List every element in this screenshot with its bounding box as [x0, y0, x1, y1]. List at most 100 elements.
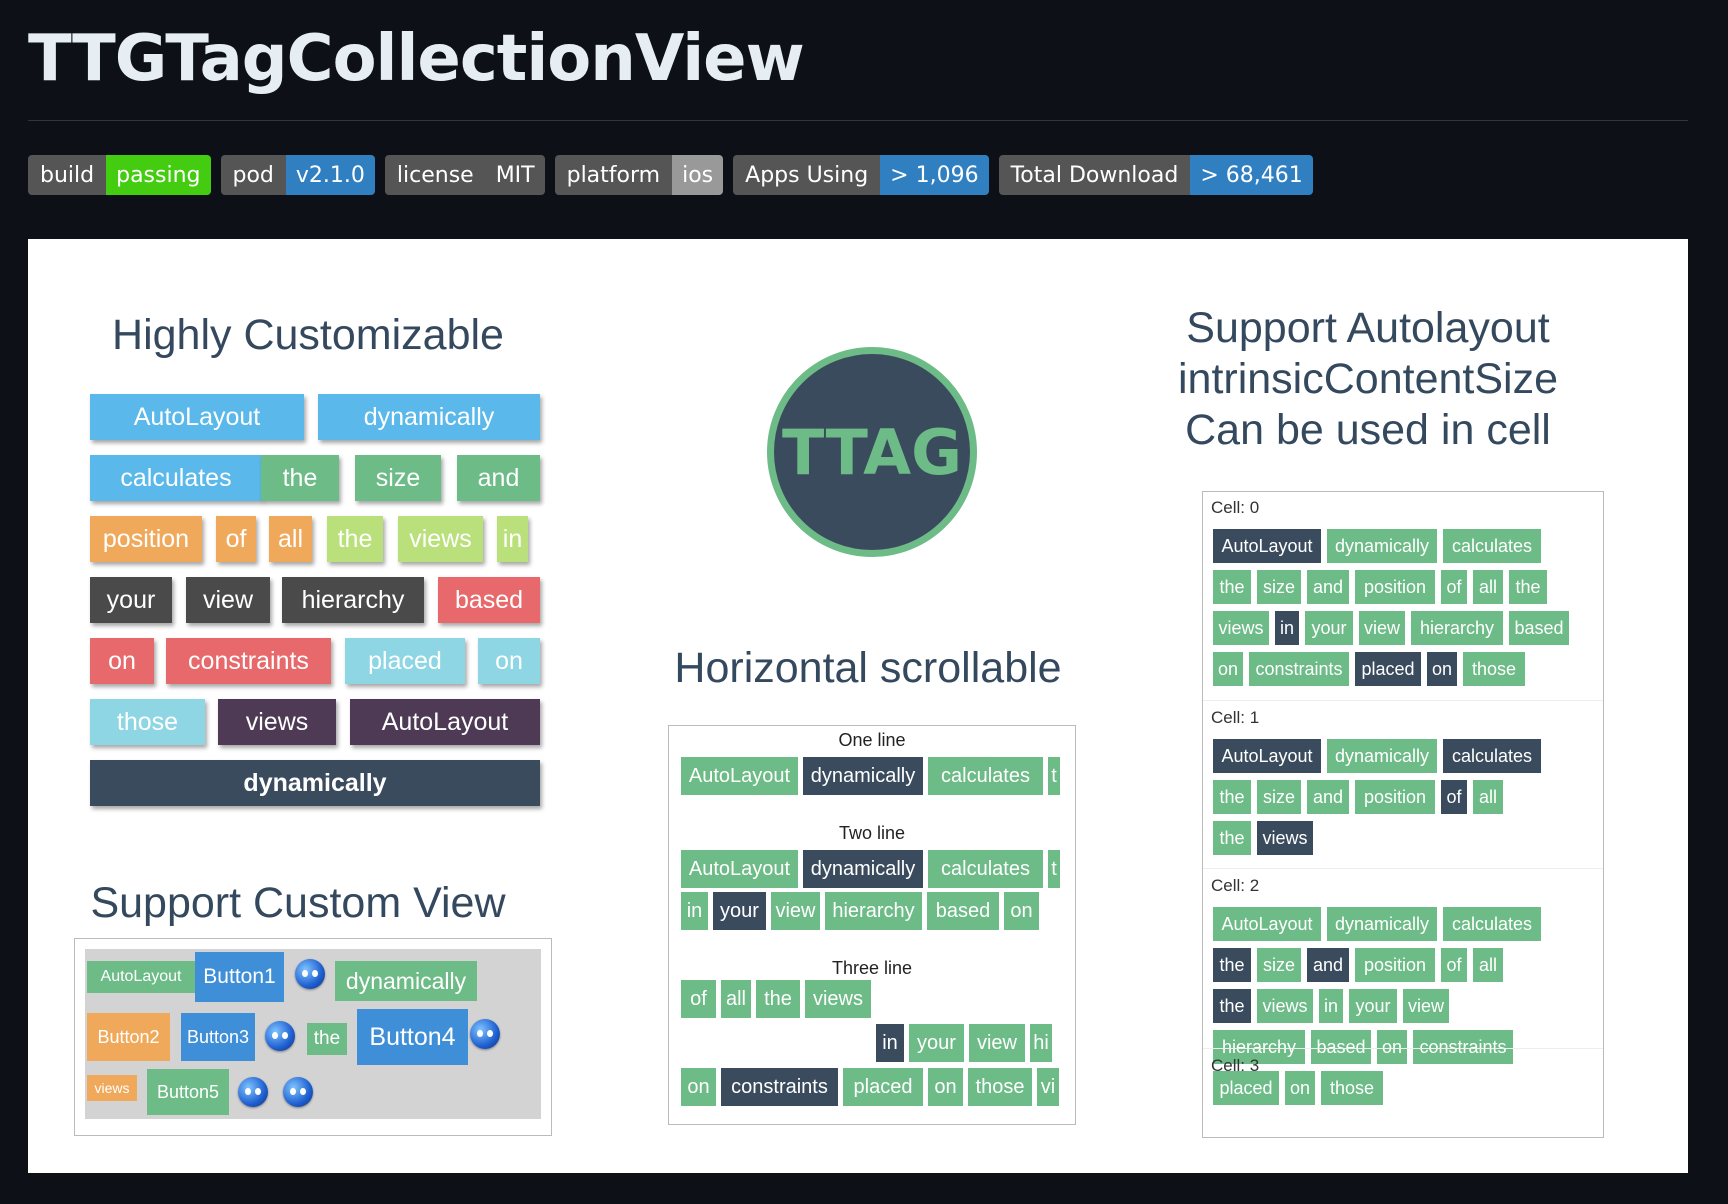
- tag[interactable]: based: [927, 892, 999, 930]
- tag[interactable]: AutoLayout: [1213, 529, 1321, 563]
- tag[interactable]: all: [721, 980, 751, 1018]
- tag[interactable]: those: [90, 699, 205, 745]
- tag[interactable]: those: [1463, 652, 1525, 686]
- tag[interactable]: the: [1213, 989, 1251, 1023]
- tag[interactable]: dynamically: [90, 760, 540, 806]
- tag[interactable]: in: [876, 1024, 904, 1062]
- tag[interactable]: dynamically: [1327, 739, 1437, 773]
- tag[interactable]: calculates: [928, 757, 1043, 795]
- tag[interactable]: the: [1213, 780, 1251, 814]
- tag[interactable]: of: [681, 980, 716, 1018]
- badge-total-download[interactable]: Total Download > 68,461: [998, 155, 1313, 195]
- tag[interactable]: the: [756, 980, 800, 1018]
- badge-build[interactable]: build passing: [28, 155, 211, 195]
- tag[interactable]: view: [969, 1024, 1025, 1062]
- tag[interactable]: AutoLayout: [350, 699, 540, 745]
- tag[interactable]: the: [261, 455, 339, 501]
- tag[interactable]: calculates: [1443, 529, 1541, 563]
- tag[interactable]: your: [1305, 611, 1353, 645]
- tag[interactable]: hierarchy: [825, 892, 922, 930]
- tag[interactable]: on: [90, 638, 154, 684]
- tag[interactable]: dynamically: [335, 961, 477, 1001]
- tag[interactable]: the: [1213, 821, 1251, 855]
- tag[interactable]: Button1: [195, 952, 284, 1002]
- tag[interactable]: the: [1213, 948, 1251, 982]
- tag[interactable]: views: [218, 699, 336, 745]
- autolayout-table[interactable]: Cell: 0 AutoLayout dynamically calculates th…: [1202, 491, 1604, 1138]
- tag[interactable]: placed: [1213, 1071, 1279, 1105]
- tag[interactable]: Button3: [181, 1013, 255, 1061]
- tag[interactable]: and: [1307, 570, 1349, 604]
- tag[interactable]: constraints: [1249, 652, 1349, 686]
- tag[interactable]: position: [90, 516, 202, 562]
- tag[interactable]: your: [909, 1024, 964, 1062]
- tag[interactable]: dynamically: [803, 757, 923, 795]
- tag[interactable]: placed: [843, 1068, 923, 1106]
- tag[interactable]: those: [1321, 1071, 1383, 1105]
- tag[interactable]: dynamically: [803, 850, 923, 888]
- tag[interactable]: all: [1473, 780, 1503, 814]
- tag[interactable]: view: [1403, 989, 1449, 1023]
- tag[interactable]: the: [1213, 570, 1251, 604]
- tag[interactable]: views: [1257, 989, 1313, 1023]
- tag[interactable]: view: [1359, 611, 1405, 645]
- tag[interactable]: in: [1275, 611, 1299, 645]
- tag[interactable]: of: [1441, 570, 1467, 604]
- tag[interactable]: on: [1213, 652, 1243, 686]
- tag[interactable]: on: [1004, 892, 1039, 930]
- tag[interactable]: the: [307, 1023, 347, 1055]
- tag[interactable]: size: [1257, 780, 1301, 814]
- tag[interactable]: AutoLayout: [1213, 907, 1321, 941]
- tag[interactable]: constraints: [1413, 1030, 1513, 1064]
- tag[interactable]: constraints: [166, 638, 331, 684]
- tag[interactable]: position: [1355, 780, 1435, 814]
- tag[interactable]: all: [1473, 570, 1503, 604]
- tag[interactable]: hierarchy: [282, 577, 424, 623]
- tag[interactable]: of: [1441, 948, 1467, 982]
- tag[interactable]: vi: [1037, 1068, 1059, 1106]
- badge-pod[interactable]: pod v2.1.0: [220, 155, 375, 195]
- tag[interactable]: of: [216, 516, 256, 562]
- tag[interactable]: view: [186, 577, 270, 623]
- tag[interactable]: dynamically: [318, 394, 540, 440]
- tag[interactable]: your: [713, 892, 766, 930]
- tag[interactable]: Button4: [357, 1009, 468, 1065]
- tag[interactable]: AutoLayout: [681, 850, 798, 888]
- tag[interactable]: calculates: [928, 850, 1043, 888]
- tag[interactable]: position: [1355, 948, 1435, 982]
- tag[interactable]: placed: [1355, 652, 1421, 686]
- tag[interactable]: on: [928, 1068, 963, 1106]
- tag[interactable]: calculates: [1443, 739, 1541, 773]
- tag[interactable]: hi: [1030, 1024, 1052, 1062]
- badge-apps-using[interactable]: Apps Using > 1,096: [733, 155, 989, 195]
- tag[interactable]: hierarchy: [1411, 611, 1503, 645]
- tag[interactable]: size: [1257, 948, 1301, 982]
- tag[interactable]: t: [1048, 850, 1060, 888]
- tag[interactable]: and: [1307, 948, 1349, 982]
- tag[interactable]: on: [478, 638, 540, 684]
- tag[interactable]: in: [1319, 989, 1343, 1023]
- tag[interactable]: in: [497, 516, 528, 562]
- tag[interactable]: of: [1441, 780, 1467, 814]
- tag[interactable]: views: [1213, 611, 1269, 645]
- tag[interactable]: based: [1311, 1030, 1371, 1064]
- tag[interactable]: on: [1427, 652, 1457, 686]
- tag[interactable]: and: [1307, 780, 1349, 814]
- tag[interactable]: those: [968, 1068, 1032, 1106]
- tag[interactable]: placed: [345, 638, 465, 684]
- tag[interactable]: calculates: [1443, 907, 1541, 941]
- tag[interactable]: views: [1257, 821, 1313, 855]
- tag[interactable]: AutoLayout: [87, 961, 195, 993]
- tag[interactable]: Button5: [147, 1069, 229, 1115]
- tag[interactable]: views: [398, 516, 483, 562]
- tag[interactable]: on: [681, 1068, 716, 1106]
- tag[interactable]: size: [355, 455, 441, 501]
- badge-license[interactable]: license MIT: [384, 155, 545, 195]
- tag[interactable]: dynamically: [1327, 907, 1437, 941]
- tag[interactable]: on: [1285, 1071, 1315, 1105]
- tag[interactable]: Button2: [87, 1013, 170, 1061]
- tag[interactable]: your: [90, 577, 172, 623]
- tag[interactable]: and: [457, 455, 540, 501]
- tag[interactable]: AutoLayout: [90, 394, 304, 440]
- tag[interactable]: calculates: [90, 455, 262, 501]
